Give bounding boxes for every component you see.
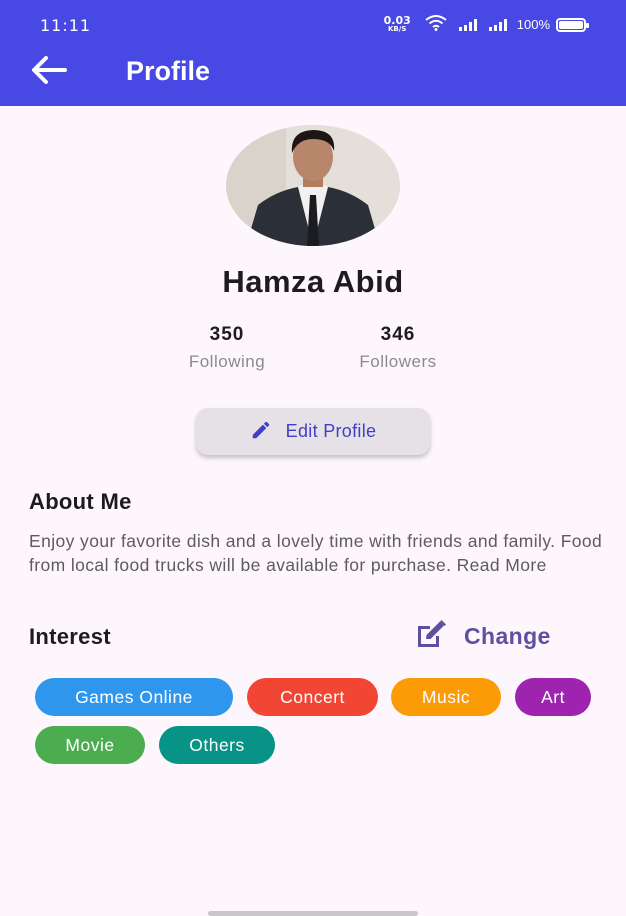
signal-icon: [488, 18, 507, 31]
home-indicator[interactable]: [208, 911, 418, 916]
network-speed: 0.03 KB/S: [383, 13, 411, 34]
about-me-text: Enjoy your favorite dish and a lovely ti…: [29, 531, 603, 575]
page-title: Profile: [126, 56, 211, 86]
chip-concert[interactable]: Concert: [247, 678, 378, 716]
network-speed-value: 0.03: [383, 13, 411, 27]
arrow-back-icon: [30, 55, 68, 89]
battery-icon: [556, 17, 589, 32]
followers-count: 346: [380, 324, 416, 345]
wifi-icon: [425, 15, 447, 34]
status-icons: 0.03 KB/S 100%: [383, 13, 589, 34]
network-speed-unit: KB/S: [388, 24, 407, 33]
following-count: 350: [209, 324, 245, 345]
back-button[interactable]: [28, 54, 70, 90]
edit-profile-label: Edit Profile: [285, 421, 377, 441]
edit-square-icon: [416, 620, 448, 652]
chip-music[interactable]: Music: [391, 678, 501, 716]
chip-movie[interactable]: Movie: [35, 726, 145, 764]
avatar: [226, 125, 400, 246]
signal-icon: [458, 18, 477, 31]
followers-label: Followers: [359, 352, 437, 371]
chip-games-online[interactable]: Games Online: [35, 678, 233, 716]
chip-others[interactable]: Others: [159, 726, 275, 764]
following-label: Following: [188, 352, 266, 371]
following-stat[interactable]: 350 Following: [157, 324, 297, 372]
user-name: Hamza Abid: [222, 264, 404, 299]
edit-profile-button[interactable]: Edit Profile: [196, 408, 430, 455]
followers-stat[interactable]: 346 Followers: [328, 324, 468, 372]
status-time: 11:11: [40, 16, 92, 35]
status-bar: 11:11 0.03 KB/S 100%: [0, 0, 626, 50]
pencil-icon: [250, 419, 272, 445]
battery-percent: 100%: [516, 17, 550, 32]
chip-art[interactable]: Art: [515, 678, 591, 716]
about-me-heading: About Me: [29, 489, 132, 514]
app-bar: 11:11 0.03 KB/S 100% Profile: [0, 0, 626, 106]
change-interest-button[interactable]: Change: [416, 620, 551, 652]
interest-heading: Interest: [29, 624, 111, 649]
change-label: Change: [464, 622, 551, 649]
